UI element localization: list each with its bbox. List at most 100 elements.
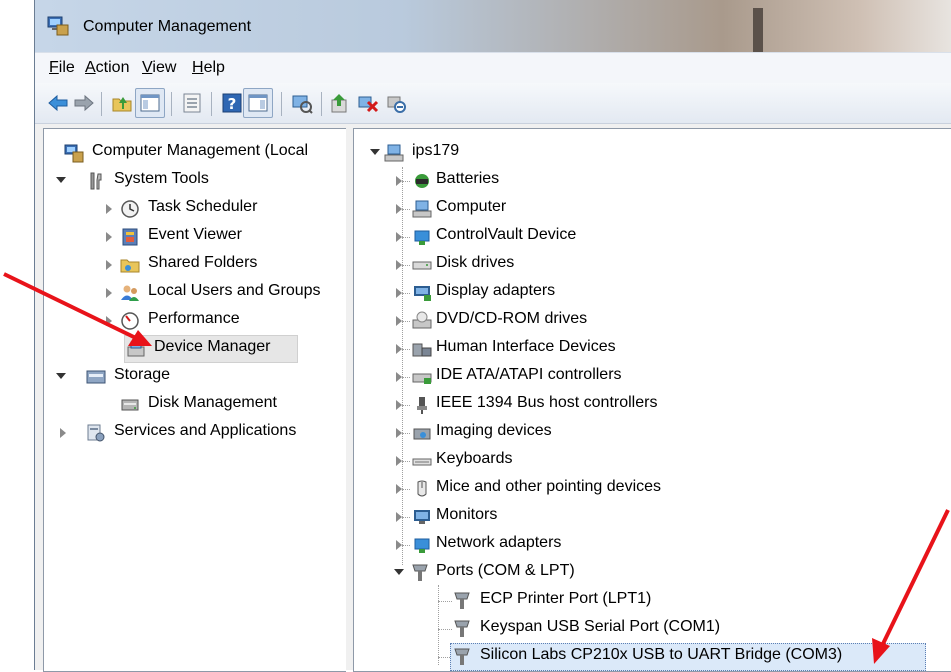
menu-view-rest: iew	[152, 59, 177, 76]
tree-item-category[interactable]: DVD/CD-ROM drives	[354, 307, 951, 335]
tree-item-category[interactable]: Computer	[354, 195, 951, 223]
update-driver-icon[interactable]	[329, 92, 351, 114]
tree-item-label: System Tools	[114, 170, 209, 187]
toolbar-separator	[101, 92, 102, 116]
expand-arrow-icon[interactable]	[106, 260, 112, 270]
ide-controller-icon	[412, 373, 432, 384]
tree-item-disk-management[interactable]: Disk Management	[44, 391, 346, 419]
tree-item-category[interactable]: ControlVault Device	[354, 223, 951, 251]
tree-item-label: Storage	[114, 366, 171, 383]
port-connector-icon	[412, 564, 428, 581]
tree-guide-line	[402, 489, 410, 490]
show-hide-console-tree-icon[interactable]	[139, 92, 161, 114]
tree-item-label: Computer	[436, 198, 507, 215]
monitor-icon	[414, 510, 430, 524]
device-manager-icon	[127, 341, 145, 357]
tree-item-category[interactable]: Imaging devices	[354, 419, 951, 447]
collapse-arrow-icon[interactable]	[56, 177, 66, 183]
scan-hardware-icon[interactable]	[291, 92, 313, 114]
expand-arrow-icon[interactable]	[106, 232, 112, 242]
tree-item-category[interactable]: Monitors	[354, 503, 951, 531]
tree-item-computer-management[interactable]: Computer Management (Local	[44, 139, 346, 167]
tree-item-keyspan-port[interactable]: Keyspan USB Serial Port (COM1)	[354, 615, 951, 643]
menu-file[interactable]: File	[49, 59, 75, 77]
tree-item-category[interactable]: IDE ATA/ATAPI controllers	[354, 363, 951, 391]
menu-action[interactable]: Action	[85, 59, 129, 77]
clock-icon	[121, 200, 139, 218]
display-adapter-icon	[414, 286, 431, 301]
tree-item-label: ips179	[412, 142, 460, 159]
toolbar-separator	[211, 92, 212, 116]
tree-item-ecp-printer-port[interactable]: ECP Printer Port (LPT1)	[354, 587, 951, 615]
performance-gauge-icon	[121, 312, 139, 330]
tree-guide-line	[402, 433, 410, 434]
ieee1394-icon	[417, 397, 427, 414]
tree-item-category[interactable]: Keyboards	[354, 447, 951, 475]
tree-guide-line	[402, 181, 410, 182]
port-connector-icon	[454, 620, 470, 637]
tree-item-category[interactable]: Network adapters	[354, 531, 951, 559]
computer-management-icon	[64, 144, 84, 163]
tree-item-label: Event Viewer	[148, 226, 242, 243]
tree-item-label: Ports (COM & LPT)	[436, 562, 575, 579]
collapse-arrow-icon[interactable]	[394, 569, 404, 575]
tree-item-label: Device Manager	[154, 338, 271, 355]
forward-arrow-icon[interactable]	[73, 92, 95, 114]
tree-item-category[interactable]: Batteries	[354, 167, 951, 195]
tree-item-label: Local Users and Groups	[148, 282, 321, 299]
tree-item-ports[interactable]: Ports (COM & LPT)	[354, 559, 951, 587]
menu-action-rest: ction	[95, 59, 130, 76]
menu-help[interactable]: Help	[192, 59, 225, 77]
tree-guide-line	[402, 517, 410, 518]
uninstall-icon[interactable]	[357, 92, 379, 114]
collapse-arrow-icon[interactable]	[370, 149, 380, 155]
computer-management-window: Computer Management File Action View Hel…	[34, 0, 951, 672]
tree-item-silicon-labs-port[interactable]: Silicon Labs CP210x USB to UART Bridge (…	[354, 643, 951, 671]
back-arrow-icon[interactable]	[47, 92, 69, 114]
tree-item-category[interactable]: Disk drives	[354, 251, 951, 279]
tree-item-category[interactable]: Mice and other pointing devices	[354, 475, 951, 503]
tree-item-label: Network adapters	[436, 534, 562, 551]
up-folder-icon[interactable]	[111, 92, 133, 114]
tree-item-device-manager[interactable]: Device Manager	[44, 335, 346, 363]
menu-help-accel: H	[192, 59, 204, 76]
tree-guide-line	[402, 461, 410, 462]
toolbar-separator	[281, 92, 282, 116]
hid-icon	[412, 343, 432, 357]
expand-arrow-icon[interactable]	[106, 316, 112, 326]
tree-guide-line	[402, 265, 410, 266]
tree-item-shared-folders[interactable]: Shared Folders	[44, 251, 346, 279]
expand-arrow-icon[interactable]	[106, 204, 112, 214]
collapse-arrow-icon[interactable]	[56, 373, 66, 379]
tree-item-category[interactable]: Display adapters	[354, 279, 951, 307]
tree-item-category[interactable]: IEEE 1394 Bus host controllers	[354, 391, 951, 419]
tree-item-event-viewer[interactable]: Event Viewer	[44, 223, 346, 251]
tree-item-task-scheduler[interactable]: Task Scheduler	[44, 195, 346, 223]
tree-item-label: Monitors	[436, 506, 498, 523]
title-bar[interactable]: Computer Management	[35, 0, 951, 52]
tree-item-label: Keyboards	[436, 450, 513, 467]
show-action-pane-icon[interactable]	[247, 92, 269, 114]
expand-arrow-icon[interactable]	[106, 288, 112, 298]
properties-icon[interactable]	[181, 92, 203, 114]
tree-item-label: Human Interface Devices	[436, 338, 616, 355]
dvd-drive-icon	[412, 311, 432, 329]
tree-item-local-users-groups[interactable]: Local Users and Groups	[44, 279, 346, 307]
help-icon[interactable]: ?	[221, 92, 243, 114]
menu-view-accel: V	[142, 59, 153, 76]
tree-item-computer-root[interactable]: ips179	[354, 139, 951, 167]
disk-drive-icon	[412, 261, 432, 270]
tree-item-category[interactable]: Human Interface Devices	[354, 335, 951, 363]
tree-item-label: ECP Printer Port (LPT1)	[480, 590, 652, 607]
menu-view[interactable]: View	[142, 59, 176, 77]
menu-file-accel: F	[49, 59, 59, 76]
computer-icon	[412, 200, 432, 218]
tree-item-storage[interactable]: Storage	[44, 363, 346, 391]
tree-item-system-tools[interactable]: System Tools	[44, 167, 346, 195]
tree-item-services-applications[interactable]: Services and Applications	[44, 419, 346, 447]
tree-item-label: Display adapters	[436, 282, 556, 299]
disable-icon[interactable]	[385, 92, 407, 114]
tree-item-performance[interactable]: Performance	[44, 307, 346, 335]
users-icon	[121, 285, 139, 301]
expand-arrow-icon[interactable]	[60, 428, 66, 438]
